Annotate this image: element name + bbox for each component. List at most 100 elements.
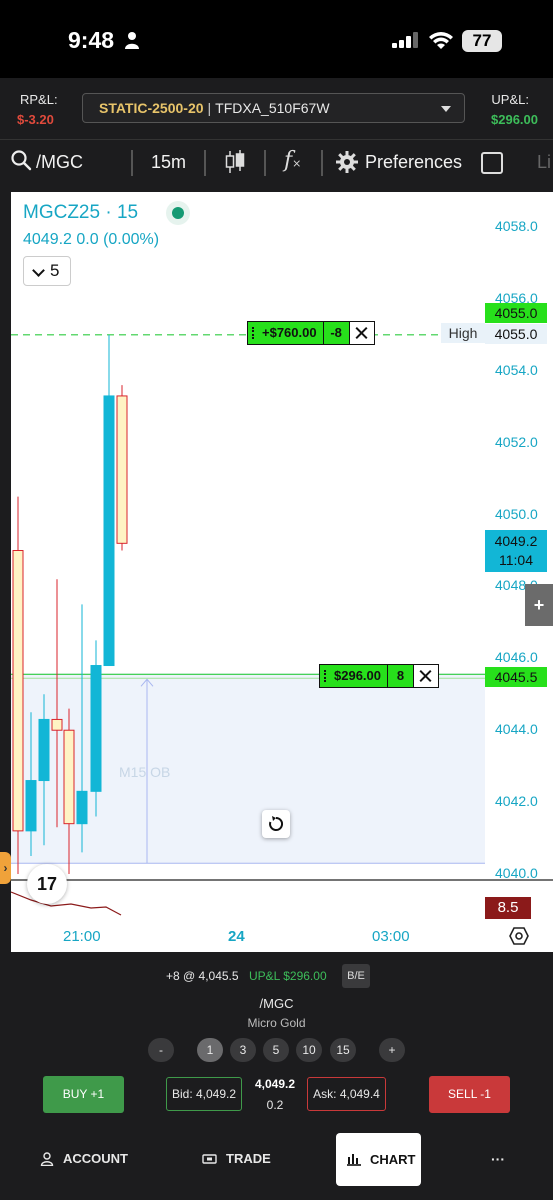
caret-down-icon <box>441 106 451 112</box>
price-axis-label: 4050.0 <box>495 505 538 522</box>
qty-1-button[interactable]: 1 <box>197 1038 223 1062</box>
high-price-tag: 4055.0 <box>485 303 547 323</box>
time-label: 24 <box>228 928 245 945</box>
unrealized-pnl-label: UP&L: <box>491 92 529 107</box>
price-axis-label: 4046.0 <box>495 649 538 666</box>
position-price-tag: 4045.5 <box>485 667 547 687</box>
candle-body <box>90 665 102 792</box>
order-block-label: M15 OB <box>119 764 171 780</box>
price-axis-label: 4058.0 <box>495 218 538 234</box>
chevron-down-icon <box>32 264 45 277</box>
close-order-icon[interactable] <box>349 322 374 344</box>
indicators-fx-icon[interactable]: f× <box>284 148 301 173</box>
candle-body <box>51 718 63 731</box>
candle-body <box>76 790 88 825</box>
toolbar-divider <box>321 150 323 176</box>
position-pnl[interactable]: $296.00 <box>320 665 388 687</box>
preferences-button[interactable]: Preferences <box>365 152 462 173</box>
qty-5-button[interactable]: 5 <box>263 1038 289 1062</box>
person-icon <box>125 32 139 49</box>
qty-3-button[interactable]: 3 <box>230 1038 256 1062</box>
price-axis-label: 4044.0 <box>495 721 538 738</box>
order-qty[interactable]: -8 <box>323 322 350 344</box>
order-line-badge-high[interactable]: +$760.00 -8 <box>247 321 375 345</box>
qty-10-button[interactable]: 10 <box>296 1038 322 1062</box>
ticket-icon <box>202 1154 217 1164</box>
candle-body <box>63 729 75 825</box>
position-row: +8 @ 4,045.5 UP&L $296.00 B/E <box>0 964 553 988</box>
last-price: 4,049.2 <box>254 1077 296 1091</box>
position-upl: UP&L $296.00 <box>249 969 327 983</box>
qty-increment-button[interactable]: + <box>379 1038 405 1062</box>
qty-decrement-button[interactable]: - <box>148 1038 174 1062</box>
toolbar-divider <box>204 150 206 176</box>
price-chart[interactable]: MGCZ25 · 15 4049.2 0.0 (0.00%) 5 +$760.0… <box>11 192 553 952</box>
position-qty[interactable]: 8 <box>388 665 414 687</box>
time-label: 03:00 <box>372 928 410 945</box>
qty-15-button[interactable]: 15 <box>330 1038 356 1062</box>
chart-toolbar: /MGC 15m f× Preferences Li <box>0 140 553 184</box>
market-status-dot <box>166 201 190 225</box>
candlestick-type-icon[interactable] <box>224 149 246 175</box>
chart-canvas[interactable] <box>11 192 553 952</box>
status-bar: 9:48 77 <box>0 0 553 78</box>
realized-pnl-value: $-3.20 <box>17 112 54 127</box>
account-separator: | <box>207 100 212 116</box>
toolbar-divider <box>131 150 133 176</box>
order-pnl[interactable]: +$760.00 <box>248 322 324 344</box>
gear-icon[interactable] <box>336 151 358 173</box>
indicator-line <box>11 891 122 916</box>
nav-trade[interactable]: TRADE <box>226 1132 271 1186</box>
price-axis-label: 4040.0 <box>495 865 538 881</box>
candle-body <box>38 718 50 782</box>
indicator-collapse-button[interactable]: 5 <box>23 256 71 286</box>
realized-pnl-label: RP&L: <box>20 92 58 107</box>
account-bar: RP&L: $-3.20 STATIC-2500-20 | TFDXA_510F67… <box>0 78 553 140</box>
drawing-toolbar-handle[interactable]: › <box>0 852 11 884</box>
trade-symbol-description: Micro Gold <box>247 1016 306 1030</box>
current-price-tag: 4049.2 11:04 <box>485 530 547 572</box>
high-label: High <box>441 323 485 343</box>
nav-more-button[interactable]: ··· <box>491 1132 505 1186</box>
bid-price[interactable]: Bid: 4,049.2 <box>166 1077 242 1111</box>
add-order-plus-button[interactable]: + <box>525 584 553 626</box>
toolbar-overflow-label[interactable]: Li <box>537 152 551 173</box>
toolbar-checkbox[interactable] <box>481 152 503 174</box>
nav-account[interactable]: ACCOUNT <box>63 1132 128 1186</box>
chart-bars-icon <box>347 1154 361 1166</box>
interval-button[interactable]: 15m <box>151 152 186 173</box>
ask-price[interactable]: Ask: 4,049.4 <box>307 1077 386 1111</box>
price-axis-label: 4042.0 <box>495 793 538 810</box>
bottom-nav: ACCOUNT TRADE CHART ··· <box>0 1132 553 1188</box>
current-price: 4049.2 <box>494 533 538 549</box>
candle-body <box>103 395 115 667</box>
account-selector[interactable]: STATIC-2500-20 | TFDXA_510F67W <box>82 93 465 123</box>
close-position-icon[interactable] <box>414 665 438 687</box>
fx-glyph: f <box>284 148 293 173</box>
person-icon <box>40 1152 54 1166</box>
price-axis-label: 4054.0 <box>495 361 538 378</box>
search-icon[interactable] <box>10 149 32 171</box>
nav-chart[interactable]: CHART <box>336 1133 421 1186</box>
battery-indicator: 77 <box>462 30 502 52</box>
candle-body <box>116 395 128 544</box>
tradingview-logo: 17 <box>27 864 67 904</box>
indicator-count: 5 <box>50 261 60 280</box>
nav-chart-label: CHART <box>370 1152 416 1167</box>
wifi-icon <box>429 32 453 49</box>
chart-settings-icon[interactable] <box>509 926 529 946</box>
symbol-search-button[interactable]: /MGC <box>36 152 83 173</box>
position-line-badge[interactable]: $296.00 8 <box>319 664 439 688</box>
sell-button[interactable]: SELL -1 <box>429 1076 510 1113</box>
reset-chart-button[interactable] <box>262 810 290 838</box>
unrealized-pnl-value: $296.00 <box>491 112 538 127</box>
position-summary: +8 @ 4,045.5 <box>166 969 239 983</box>
status-time: 9:48 <box>68 27 115 53</box>
bar-countdown: 11:04 <box>499 552 533 568</box>
toolbar-divider <box>264 150 266 176</box>
breakeven-button[interactable]: B/E <box>342 964 370 988</box>
chart-quote: 4049.2 0.0 (0.00%) <box>23 231 160 248</box>
high-line-price-tag: 4055.0 <box>485 324 547 344</box>
account-id: TFDXA_510F67W <box>215 100 330 116</box>
buy-button[interactable]: BUY +1 <box>43 1076 124 1113</box>
